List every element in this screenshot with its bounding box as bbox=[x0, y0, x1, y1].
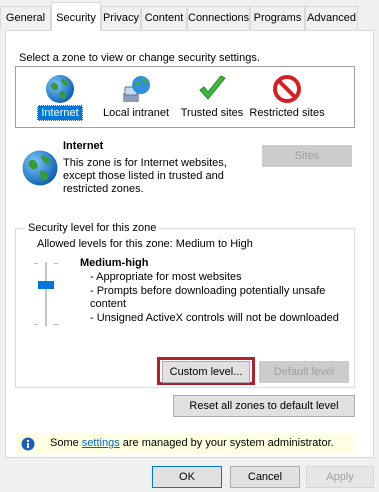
slider-tick bbox=[34, 263, 38, 264]
zone-list[interactable]: Internet Local intranet Trusted sites Re… bbox=[15, 66, 355, 128]
zone-label-internet: Internet bbox=[37, 105, 83, 121]
globe-icon bbox=[22, 150, 58, 186]
tab-privacy[interactable]: Privacy bbox=[101, 6, 141, 30]
tab-security[interactable]: Security bbox=[51, 2, 101, 31]
slider-tick bbox=[34, 324, 38, 325]
reset-all-zones-button[interactable]: Reset all zones to default level bbox=[173, 395, 355, 417]
zone-description-line: restricted zones. bbox=[63, 183, 144, 195]
admin-info-bar: Some settings are managed by your system… bbox=[16, 434, 354, 454]
default-level-button[interactable]: Default level bbox=[259, 361, 349, 383]
security-level-slider[interactable] bbox=[30, 258, 62, 330]
zone-description-line: except those listed in trusted and bbox=[63, 170, 224, 182]
tab-content[interactable]: Content bbox=[141, 6, 187, 30]
zone-detail-title: Internet bbox=[63, 140, 104, 152]
slider-track bbox=[45, 262, 47, 326]
level-bullet: - Unsigned ActiveX controls will not be … bbox=[90, 311, 339, 324]
checkmark-icon bbox=[199, 75, 226, 100]
apply-button[interactable]: Apply bbox=[306, 466, 374, 488]
security-level-description: - Appropriate for most websites - Prompt… bbox=[90, 271, 339, 325]
globe-icon bbox=[46, 75, 74, 103]
ok-button[interactable]: OK bbox=[152, 466, 222, 488]
admin-info-prefix: Some bbox=[50, 437, 82, 449]
slider-thumb[interactable] bbox=[38, 280, 54, 289]
security-level-name: Medium-high bbox=[80, 257, 149, 269]
custom-level-button[interactable]: Custom level... bbox=[162, 361, 250, 383]
tab-programs[interactable]: Programs bbox=[250, 6, 305, 30]
security-level-group-title: Security level for this zone bbox=[25, 221, 160, 235]
tab-advanced[interactable]: Advanced bbox=[305, 6, 358, 30]
zone-label-trusted-sites: Trusted sites bbox=[180, 107, 244, 119]
zone-detail-description: This zone is for Internet websites, exce… bbox=[63, 157, 227, 196]
zone-label-restricted-sites: Restricted sites bbox=[249, 107, 325, 119]
tab-bar: General Security Privacy Content Connect… bbox=[0, 0, 379, 31]
level-bullet: - Appropriate for most websites bbox=[90, 271, 242, 283]
zone-description-line: This zone is for Internet websites, bbox=[63, 157, 227, 169]
zone-restricted-sites[interactable]: Restricted sites bbox=[249, 67, 325, 127]
zone-label-local-intranet: Local intranet bbox=[102, 107, 170, 119]
tab-connections[interactable]: Connections bbox=[187, 6, 250, 30]
cancel-button[interactable]: Cancel bbox=[230, 466, 300, 488]
zone-trusted-sites[interactable]: Trusted sites bbox=[179, 67, 245, 127]
level-bullet: content bbox=[90, 298, 127, 310]
prohibited-icon bbox=[273, 75, 301, 103]
zone-prompt: Select a zone to view or change security… bbox=[19, 52, 260, 64]
allowed-levels-label: Allowed levels for this zone: Medium to … bbox=[37, 238, 253, 250]
info-icon bbox=[21, 437, 35, 451]
tab-general[interactable]: General bbox=[0, 6, 51, 30]
settings-link[interactable]: settings bbox=[82, 437, 120, 449]
slider-tick bbox=[54, 324, 58, 325]
zone-local-intranet[interactable]: Local intranet bbox=[98, 67, 174, 127]
zone-internet[interactable]: Internet bbox=[30, 67, 90, 127]
admin-info-text: Some settings are managed by your system… bbox=[50, 437, 334, 449]
slider-tick bbox=[54, 263, 58, 264]
admin-info-suffix: are managed by your system administrator… bbox=[119, 437, 334, 449]
sites-button[interactable]: Sites bbox=[262, 145, 352, 167]
network-globe-icon bbox=[123, 76, 150, 102]
level-bullet: - Prompts before downloading potentially… bbox=[90, 284, 326, 297]
